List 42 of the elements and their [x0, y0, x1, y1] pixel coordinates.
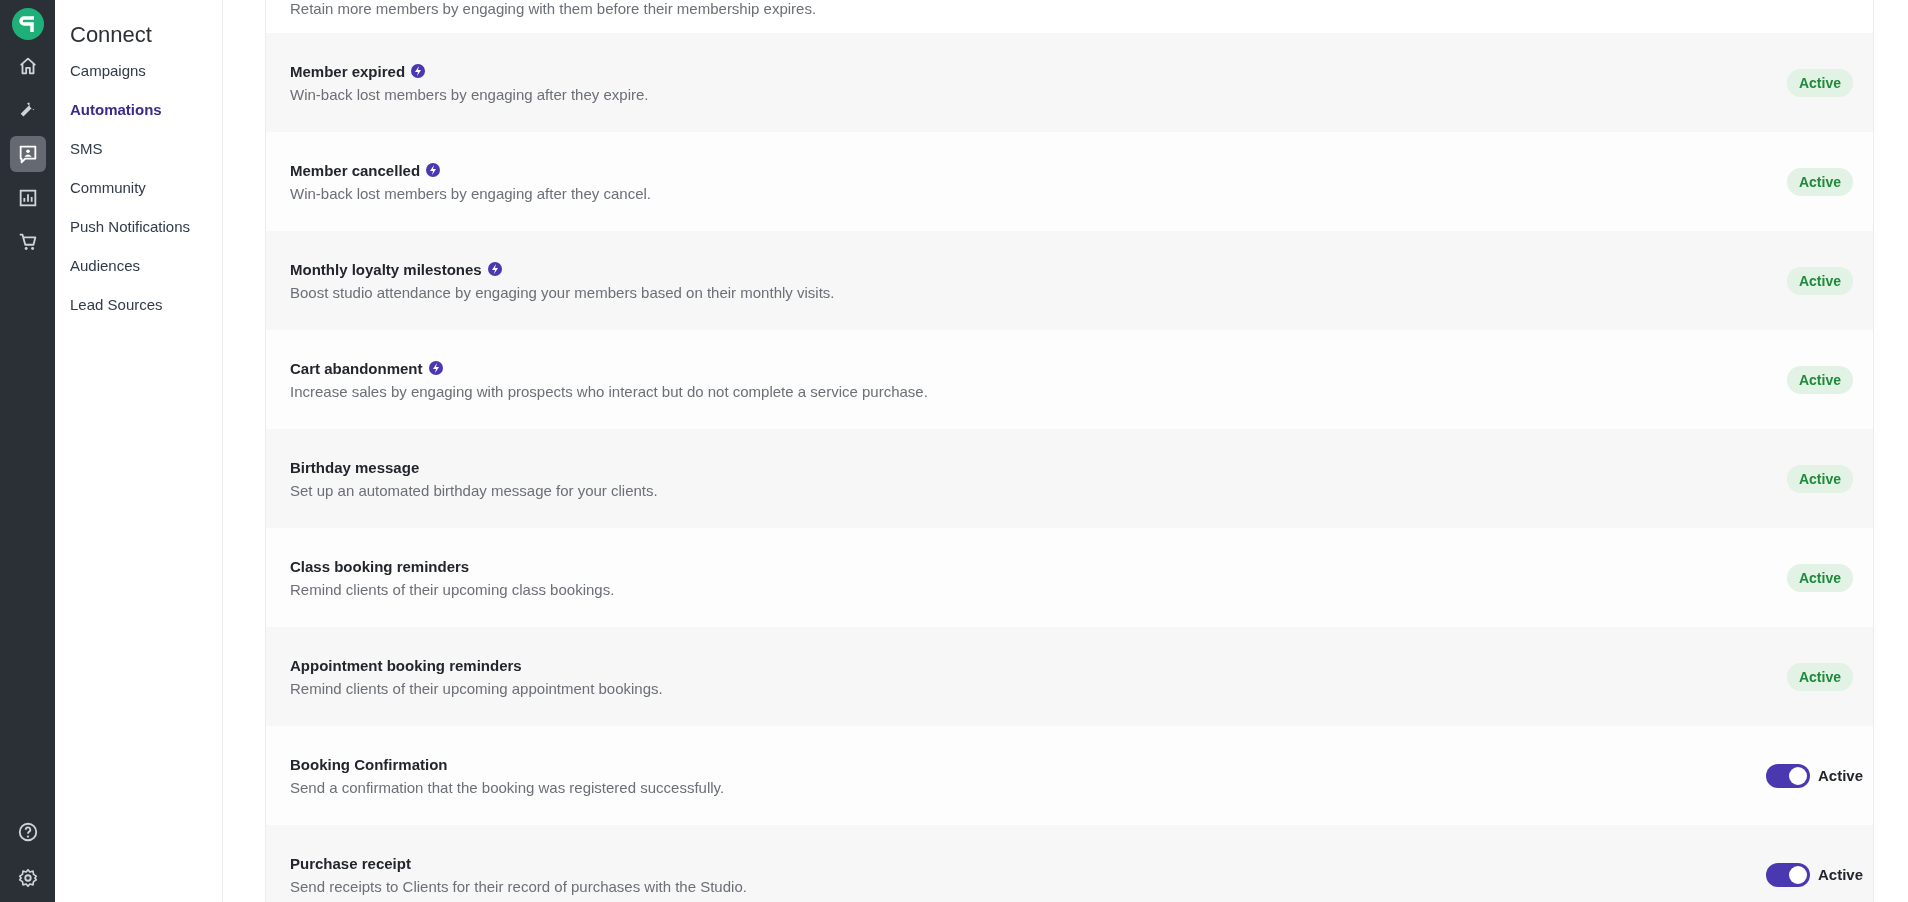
automation-title[interactable]: Birthday message: [290, 458, 420, 476]
automation-title[interactable]: Purchase receipt: [290, 854, 411, 872]
status-badge: Active: [1786, 167, 1853, 196]
row-description: Win-back lost members by engaging after they cancel.: [290, 184, 652, 202]
sidebar-item[interactable]: Automations: [70, 101, 162, 118]
automation-title[interactable]: Cart abandonment: [290, 359, 423, 377]
row-description: Boost studio attendance by engaging your members based on their monthly visits.: [290, 283, 836, 301]
automation-title[interactable]: Appointment booking reminders: [290, 656, 522, 674]
row-description: Set up an automated birthday message for your clients.: [290, 481, 659, 499]
row-description: Remind clients of their upcoming class bookings.: [290, 580, 616, 598]
sidebar-title: Connect: [70, 22, 153, 48]
automation-title[interactable]: Member expired: [290, 62, 406, 80]
sidebar-item[interactable]: Lead Sources: [70, 296, 163, 313]
toggle-switch[interactable]: [1765, 763, 1810, 788]
row-description: Send a confirmation that the booking was registered successfully.: [290, 778, 726, 796]
row-description: Retain more members by engaging with them before their membership expires.: [290, 0, 818, 17]
status-badge: Active: [1786, 266, 1853, 295]
row-description: Increase sales by engaging with prospects who interact but do not complete a service purchase.: [290, 382, 929, 400]
status-badge: Active: [1786, 563, 1853, 592]
automation-title[interactable]: Monthly loyalty milestones: [290, 260, 482, 278]
sidebar-item[interactable]: SMS: [70, 140, 103, 157]
status-badge: Active: [1786, 68, 1853, 97]
status-badge: Active: [1786, 662, 1853, 691]
row-description: Send receipts to Clients for their record of purchases with the Studio.: [290, 877, 748, 895]
row-description: Win-back lost members by engaging after they expire.: [290, 85, 650, 103]
logo-icon[interactable]: [11, 8, 44, 40]
automation-title[interactable]: Booking Confirmation: [290, 755, 448, 773]
help-icon: [16, 821, 39, 843]
row-description: Remind clients of their upcoming appointment bookings.: [290, 679, 664, 697]
nav-button[interactable]: [9, 136, 46, 172]
sidebar-item[interactable]: Community: [70, 179, 146, 196]
toggle-switch[interactable]: [1765, 862, 1810, 887]
automation-title[interactable]: Class booking reminders: [290, 557, 470, 575]
status-badge: Active: [1786, 464, 1853, 493]
status-label: Active: [1817, 866, 1863, 883]
status-label: Active: [1817, 767, 1863, 784]
settings-icon: [16, 867, 39, 889]
status-badge: Active: [1786, 365, 1853, 394]
sidebar-item[interactable]: Push Notifications: [70, 218, 191, 235]
automation-title[interactable]: Member cancelled: [290, 161, 421, 179]
sidebar-item[interactable]: Audiences: [70, 257, 141, 274]
sidebar-item[interactable]: Campaigns: [70, 62, 146, 79]
